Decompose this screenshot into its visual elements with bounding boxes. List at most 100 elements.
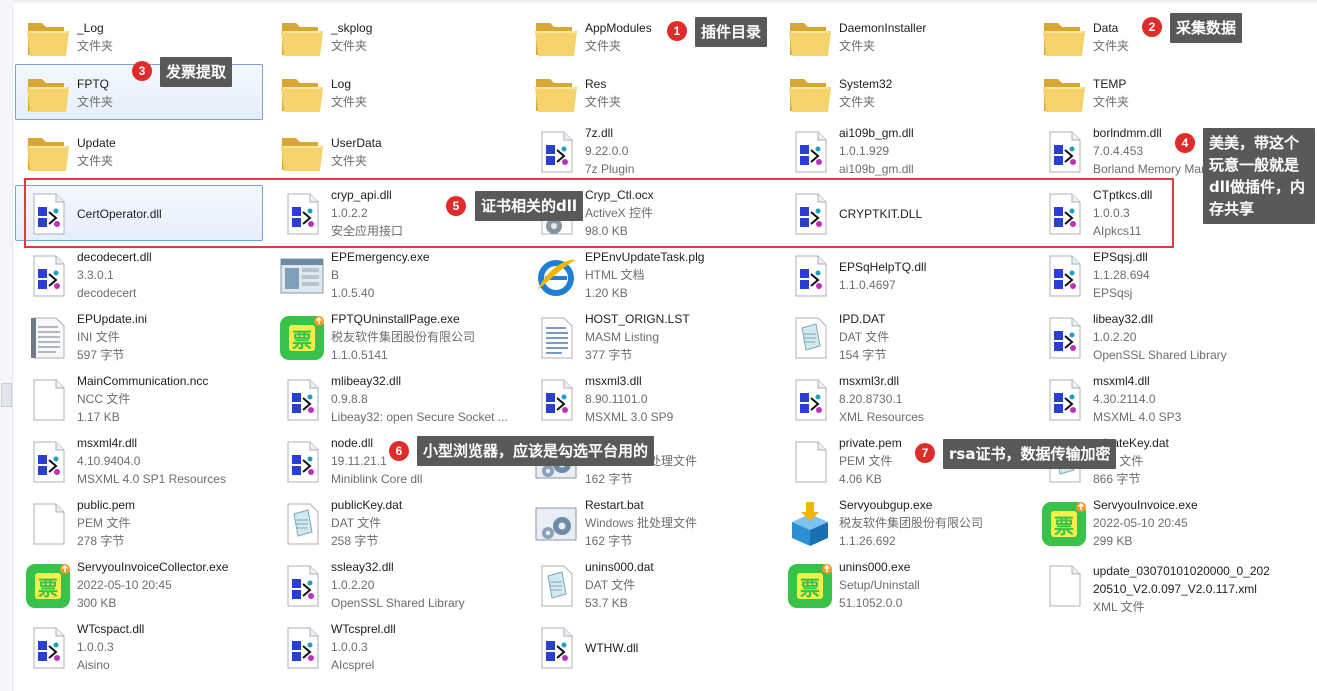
- file-detail: Libeay32: open Secure Socket ...: [331, 410, 508, 424]
- file-details: EPEmergency.exe B 1.0.5.40: [331, 248, 519, 302]
- annotation-badge-5: 5: [446, 196, 466, 216]
- file-item[interactable]: MainCommunication.ncc NCC 文件 1.17 KB: [15, 371, 263, 427]
- file-item[interactable]: TEMP 文件夹: [1031, 64, 1279, 120]
- file-item[interactable]: Servyoubgup.exe 税友软件集团股份有限公司 1.1.26.692: [777, 495, 1025, 551]
- file-type: XML 文件: [1093, 600, 1145, 614]
- file-item[interactable]: 票 unins000.exe Setup/Uninstall 51.1052.0.0: [777, 557, 1025, 613]
- file-item[interactable]: ai109b_gm.dll 1.0.1.929 ai109b_gm.dll: [777, 123, 1025, 179]
- dat-icon: [532, 562, 580, 610]
- file-details: TEMP 文件夹: [1093, 75, 1281, 111]
- dll-icon: [532, 376, 580, 424]
- file-item[interactable]: update_03070101020000_0_202 20510_V2.0.09…: [1031, 557, 1279, 614]
- file-item[interactable]: Log 文件夹: [269, 64, 517, 120]
- file-item[interactable]: System32 文件夹: [777, 64, 1025, 120]
- file-item[interactable]: 票 ServyouInvoiceCollector.exe 2022-05-10 2…: [15, 557, 263, 613]
- blank-file-icon: [24, 376, 72, 424]
- file-item[interactable]: EPEnvUpdateTask.plg HTML 文档 1.20 KB: [523, 247, 771, 303]
- file-type: 税友软件集团股份有限公司: [331, 330, 476, 344]
- folder-icon: [1040, 13, 1088, 61]
- file-item[interactable]: UserData 文件夹: [269, 123, 517, 179]
- file-name: privateKey.dat: [1093, 436, 1169, 450]
- file-name: WTcsprel.dll: [331, 622, 396, 636]
- file-item[interactable]: msxml4r.dll 4.10.9404.0 MSXML 4.0 SP1 Reso…: [15, 433, 263, 489]
- file-type: 1.0.0.3: [77, 640, 114, 654]
- file-detail: 1.17 KB: [77, 410, 120, 424]
- file-detail: OpenSSL Shared Library: [1093, 348, 1227, 362]
- file-item[interactable]: ssleay32.dll 1.0.2.20 OpenSSL Shared Libra…: [269, 557, 517, 613]
- file-type: 1.1.0.4697: [839, 278, 896, 292]
- file-type: 1.0.2.20: [1093, 330, 1137, 344]
- file-item[interactable]: _Log 文件夹: [15, 8, 263, 64]
- file-name: Log: [331, 77, 352, 91]
- file-name: update_03070101020000_0_202: [1093, 564, 1270, 578]
- file-type: 文件夹: [77, 154, 114, 168]
- file-type: 4.30.2114.0: [1093, 392, 1156, 406]
- dll-icon: [1040, 376, 1088, 424]
- file-item[interactable]: 票 FPTQUninstallPage.exe 税友软件集团股份有限公司 1.1.0.…: [269, 309, 517, 365]
- file-details: WTHW.dll: [585, 639, 773, 657]
- file-item[interactable]: decodecert.dll 3.3.0.1 decodecert: [15, 247, 263, 303]
- file-details: Servyoubgup.exe 税友软件集团股份有限公司 1.1.26.692: [839, 496, 1027, 550]
- file-item[interactable]: Restart.bat Windows 批处理文件 162 字节: [523, 495, 771, 551]
- annotation-callout-5: 证书相关的dll: [475, 191, 584, 221]
- file-name: Res: [585, 77, 607, 91]
- file-item[interactable]: WTcsprel.dll 1.0.0.3 AIcsprel: [269, 619, 517, 675]
- dll-icon: [24, 438, 72, 486]
- file-item[interactable]: Res 文件夹: [523, 64, 771, 120]
- file-item[interactable]: HOST_ORIGN.LST MASM Listing 377 字节: [523, 309, 771, 365]
- file-detail: MSXML 3.0 SP9: [585, 410, 674, 424]
- svg-text:票: 票: [1054, 514, 1074, 538]
- file-item[interactable]: EPSqsj.dll 1.1.28.694 EPSqsj: [1031, 247, 1279, 303]
- toolbar-edge: [12, 0, 1317, 5]
- file-name: IPD.DAT: [839, 312, 886, 326]
- file-item[interactable]: msxml3r.dll 8.20.8730.1 XML Resources: [777, 371, 1025, 427]
- file-item[interactable]: _skplog 文件夹: [269, 8, 517, 64]
- file-item[interactable]: msxml4.dll 4.30.2114.0 MSXML 4.0 SP3: [1031, 371, 1279, 427]
- file-item[interactable]: IPD.DAT DAT 文件 154 字节: [777, 309, 1025, 365]
- file-details: libeay32.dll 1.0.2.20 OpenSSL Shared Libra…: [1093, 310, 1281, 364]
- annotation-badge-6: 6: [389, 441, 409, 461]
- file-name: mlibeay32.dll: [331, 374, 402, 388]
- file-detail: 4.06 KB: [839, 472, 882, 486]
- dll-icon: [278, 376, 326, 424]
- file-name: unins000.dat: [585, 560, 654, 574]
- splitter-handle[interactable]: [1, 383, 12, 407]
- file-item[interactable]: EPSqHelpTQ.dll 1.1.0.4697: [777, 247, 1025, 303]
- dll-icon: [1040, 128, 1088, 176]
- file-type: NCC 文件: [77, 392, 131, 406]
- file-name: EPSqsj.dll: [1093, 250, 1148, 264]
- file-item[interactable]: public.pem PEM 文件 278 字节: [15, 495, 263, 551]
- annotation-callout-7: rsa证书，数据传输加密: [943, 439, 1117, 469]
- file-detail: ai109b_gm.dll: [839, 162, 914, 176]
- file-item[interactable]: libeay32.dll 1.0.2.20 OpenSSL Shared Libra…: [1031, 309, 1279, 365]
- file-item[interactable]: publicKey.dat DAT 文件 258 字节: [269, 495, 517, 551]
- file-name: public.pem: [77, 498, 136, 512]
- file-item[interactable]: unins000.dat DAT 文件 53.7 KB: [523, 557, 771, 613]
- file-type: DAT 文件: [1093, 454, 1144, 468]
- file-type: DAT 文件: [331, 516, 382, 530]
- file-details: msxml4.dll 4.30.2114.0 MSXML 4.0 SP3: [1093, 372, 1281, 426]
- file-detail: 1.1.0.5141: [331, 348, 388, 362]
- file-details: EPUpdate.ini INI 文件 597 字节: [77, 310, 265, 364]
- file-item[interactable]: 7z.dll 9.22.0.0 7z Plugin: [523, 123, 771, 179]
- annotation-badge-7: 7: [915, 443, 935, 463]
- file-item[interactable]: EPEmergency.exe B 1.0.5.40: [269, 247, 517, 303]
- file-details: ServyouInvoiceCollector.exe 2022-05-10 20…: [77, 558, 265, 612]
- file-item[interactable]: Update 文件夹: [15, 123, 263, 179]
- file-item[interactable]: EPUpdate.ini INI 文件 597 字节: [15, 309, 263, 365]
- file-item[interactable]: msxml3.dll 8.90.1101.0 MSXML 3.0 SP9: [523, 371, 771, 427]
- file-item[interactable]: DaemonInstaller 文件夹: [777, 8, 1025, 64]
- file-item[interactable]: WTcspact.dll 1.0.0.3 Aisino: [15, 619, 263, 675]
- blank-file-icon: [24, 500, 72, 548]
- file-detail: 53.7 KB: [585, 596, 628, 610]
- folder-icon: [24, 69, 72, 117]
- file-item[interactable]: 票 ServyouInvoice.exe 2022-05-10 20:45 299 K…: [1031, 495, 1279, 551]
- file-type: 文件夹: [585, 95, 622, 109]
- file-item[interactable]: mlibeay32.dll 0.9.8.8 Libeay32: open Secur…: [269, 371, 517, 427]
- file-item[interactable]: WTHW.dll: [523, 619, 771, 675]
- green-app-icon: 票: [1040, 500, 1088, 548]
- file-type: PEM 文件: [77, 516, 131, 530]
- file-name: 20510_V2.0.097_V2.0.117.xml: [1093, 582, 1257, 596]
- text-doc-icon: [532, 314, 580, 362]
- window-exe-icon: [278, 252, 326, 300]
